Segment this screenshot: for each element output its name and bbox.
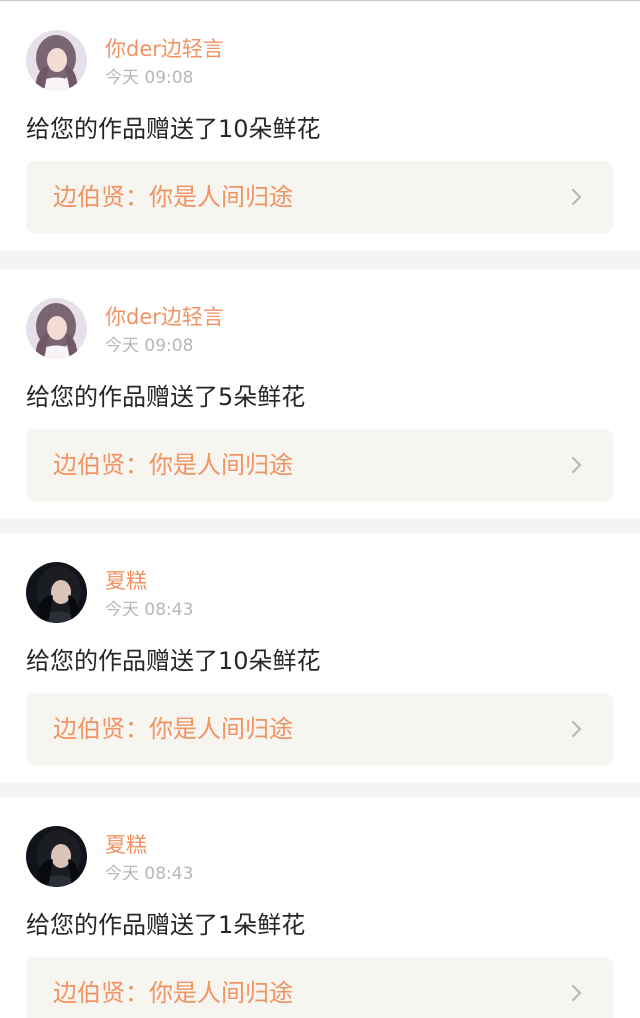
timestamp: 今天 08:43 xyxy=(105,864,194,884)
avatar[interactable] xyxy=(26,30,87,91)
notification-list: 你der边轻言 今天 09:08 给您的作品赠送了10朵鲜花 边伯贤：你是人间归… xyxy=(0,0,640,1018)
avatar[interactable] xyxy=(26,562,87,623)
work-link[interactable]: 边伯贤：你是人间归途 xyxy=(26,161,613,233)
work-title: 边伯贤：你是人间归途 xyxy=(53,183,293,211)
username[interactable]: 夏糕 xyxy=(105,567,147,595)
username[interactable]: 你der边轻言 xyxy=(105,303,224,331)
work-link[interactable]: 边伯贤：你是人间归途 xyxy=(26,957,613,1018)
chevron-right-icon xyxy=(568,720,586,738)
avatar-dark-hair-image xyxy=(26,826,87,887)
timestamp: 今天 09:08 xyxy=(105,68,194,88)
gift-message: 给您的作品赠送了10朵鲜花 xyxy=(26,647,321,675)
notification-card: 你der边轻言 今天 09:08 给您的作品赠送了5朵鲜花 边伯贤：你是人间归途 xyxy=(0,269,640,519)
chevron-right-icon xyxy=(568,456,586,474)
notification-card: 你der边轻言 今天 09:08 给您的作品赠送了10朵鲜花 边伯贤：你是人间归… xyxy=(0,1,640,251)
gift-message: 给您的作品赠送了5朵鲜花 xyxy=(26,383,306,411)
work-title: 边伯贤：你是人间归途 xyxy=(53,451,293,479)
chevron-right-icon xyxy=(568,188,586,206)
avatar[interactable] xyxy=(26,826,87,887)
username[interactable]: 你der边轻言 xyxy=(105,35,224,63)
avatar-dark-hair-image xyxy=(26,562,87,623)
work-link[interactable]: 边伯贤：你是人间归途 xyxy=(26,429,613,501)
work-link[interactable]: 边伯贤：你是人间归途 xyxy=(26,693,613,765)
work-title: 边伯贤：你是人间归途 xyxy=(53,979,293,1007)
avatar[interactable] xyxy=(26,298,87,359)
work-title: 边伯贤：你是人间归途 xyxy=(53,715,293,743)
timestamp: 今天 08:43 xyxy=(105,600,194,620)
timestamp: 今天 09:08 xyxy=(105,336,194,356)
gift-message: 给您的作品赠送了10朵鲜花 xyxy=(26,115,321,143)
avatar-light-hair-image xyxy=(26,30,87,91)
username[interactable]: 夏糕 xyxy=(105,831,147,859)
chevron-right-icon xyxy=(568,984,586,1002)
gift-message: 给您的作品赠送了1朵鲜花 xyxy=(26,911,306,939)
notification-card: 夏糕 今天 08:43 给您的作品赠送了1朵鲜花 边伯贤：你是人间归途 xyxy=(0,797,640,1018)
avatar-light-hair-image xyxy=(26,298,87,359)
notification-card: 夏糕 今天 08:43 给您的作品赠送了10朵鲜花 边伯贤：你是人间归途 xyxy=(0,533,640,783)
